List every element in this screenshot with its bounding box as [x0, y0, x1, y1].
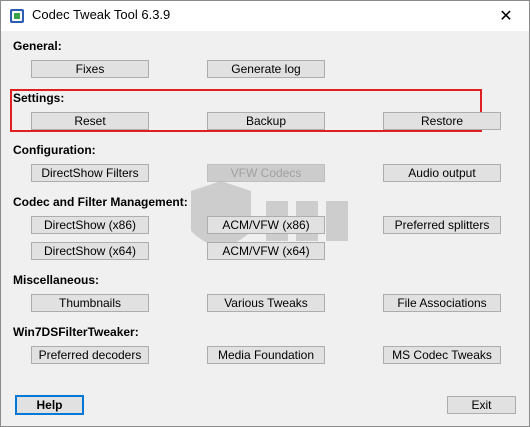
- various-tweaks-button[interactable]: Various Tweaks: [207, 294, 325, 312]
- generate-log-button[interactable]: Generate log: [207, 60, 325, 78]
- exit-button[interactable]: Exit: [447, 396, 516, 414]
- close-button[interactable]: ✕: [483, 1, 529, 31]
- ms-codec-tweaks-button[interactable]: MS Codec Tweaks: [383, 346, 501, 364]
- acm-vfw-x64-button[interactable]: ACM/VFW (x64): [207, 242, 325, 260]
- restore-button[interactable]: Restore: [383, 112, 501, 130]
- media-foundation-button[interactable]: Media Foundation: [207, 346, 325, 364]
- help-button[interactable]: Help: [15, 395, 84, 415]
- section-settings-label: Settings:: [13, 91, 65, 105]
- directshow-x86-button[interactable]: DirectShow (x86): [31, 216, 149, 234]
- preferred-splitters-button[interactable]: Preferred splitters: [383, 216, 501, 234]
- section-codec-filter-label: Codec and Filter Management:: [13, 195, 188, 209]
- close-icon: ✕: [499, 8, 513, 25]
- dialog-body: General: Fixes Generate log Settings: Re…: [1, 31, 529, 426]
- section-misc-label: Miscellaneous:: [13, 273, 100, 287]
- audio-output-button[interactable]: Audio output: [383, 164, 501, 182]
- directshow-x64-button[interactable]: DirectShow (x64): [31, 242, 149, 260]
- thumbnails-button[interactable]: Thumbnails: [31, 294, 149, 312]
- preferred-decoders-button[interactable]: Preferred decoders: [31, 346, 149, 364]
- reset-button[interactable]: Reset: [31, 112, 149, 130]
- acm-vfw-x86-button[interactable]: ACM/VFW (x86): [207, 216, 325, 234]
- app-window: Codec Tweak Tool 6.3.9 ✕ General: Fixes …: [0, 0, 530, 427]
- section-general-label: General:: [13, 39, 62, 53]
- directshow-filters-button[interactable]: DirectShow Filters: [31, 164, 149, 182]
- file-associations-button[interactable]: File Associations: [383, 294, 501, 312]
- section-win7-label: Win7DSFilterTweaker:: [13, 325, 139, 339]
- backup-button[interactable]: Backup: [207, 112, 325, 130]
- title-bar: Codec Tweak Tool 6.3.9 ✕: [1, 1, 529, 31]
- vfw-codecs-button: VFW Codecs: [207, 164, 325, 182]
- app-icon: [9, 8, 25, 24]
- fixes-button[interactable]: Fixes: [31, 60, 149, 78]
- window-title: Codec Tweak Tool 6.3.9: [32, 7, 171, 22]
- section-configuration-label: Configuration:: [13, 143, 96, 157]
